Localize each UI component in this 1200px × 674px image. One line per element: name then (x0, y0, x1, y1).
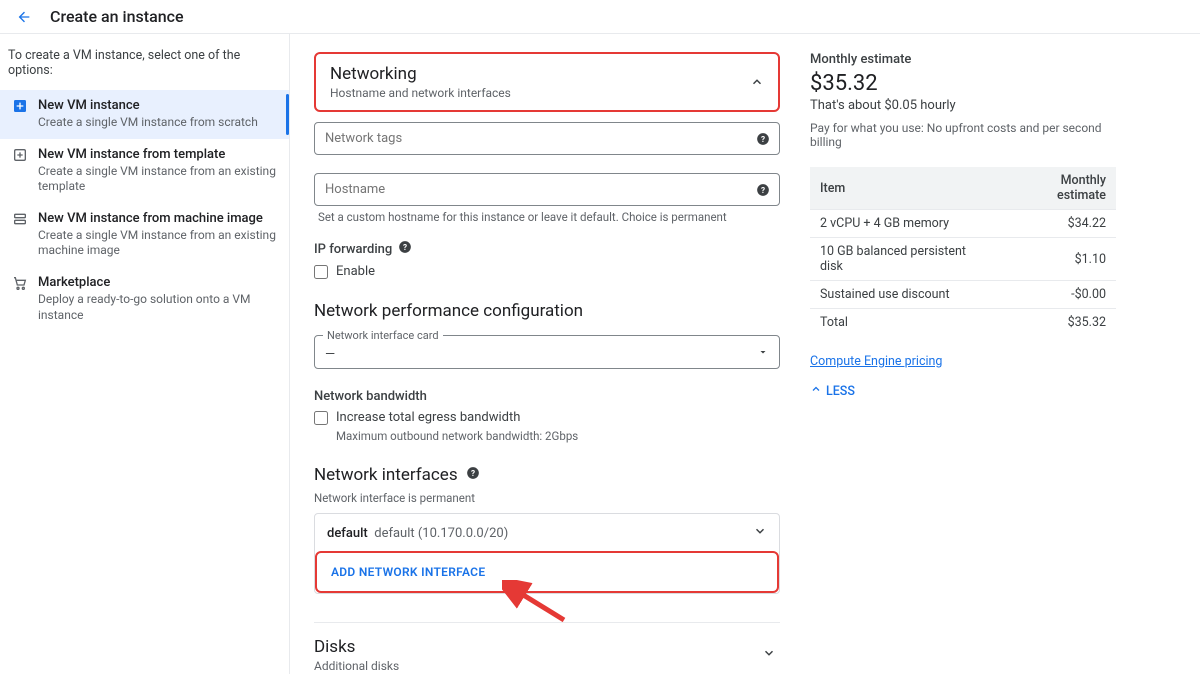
chevron-up-icon (810, 383, 822, 399)
help-icon[interactable]: ? (398, 240, 412, 258)
networking-subtitle: Hostname and network interfaces (330, 86, 511, 100)
bandwidth-check-row: Increase total egress bandwidth (314, 410, 780, 425)
interface-name: default (327, 526, 368, 541)
disk-stack-icon (12, 211, 32, 259)
network-perf-heading: Network performance configuration (314, 301, 780, 321)
interfaces-hint: Network interface is permanent (314, 491, 780, 505)
cart-icon (12, 275, 32, 323)
sidebar: To create a VM instance, select one of t… (0, 34, 290, 674)
help-icon[interactable]: ? (756, 183, 770, 197)
sidebar-intro: To create a VM instance, select one of t… (0, 48, 289, 90)
ip-forwarding-checkbox[interactable] (314, 265, 328, 279)
sidebar-option-template[interactable]: New VM instance from template Create a s… (0, 139, 289, 203)
svg-text:?: ? (761, 184, 765, 194)
interfaces-heading: Network interfaces ? (314, 465, 780, 485)
hostname-input[interactable] (314, 173, 780, 206)
sidebar-option-title: Marketplace (38, 275, 281, 290)
bandwidth-check-label: Increase total egress bandwidth (336, 410, 520, 425)
svg-text:?: ? (761, 133, 765, 143)
bandwidth-label: Network bandwidth (314, 389, 780, 404)
bandwidth-checkbox[interactable] (314, 411, 328, 425)
table-row: 10 GB balanced persistent disk $1.10 (810, 238, 1116, 281)
interface-row[interactable]: default default (10.170.0.0/20) (315, 514, 779, 552)
back-arrow-icon[interactable] (16, 9, 32, 25)
sidebar-option-desc: Deploy a ready-to-go solution onto a VM … (38, 292, 281, 323)
networking-section-header[interactable]: Networking Hostname and network interfac… (316, 54, 778, 110)
page-header: Create an instance (0, 0, 1200, 34)
chevron-up-icon (750, 75, 764, 89)
plus-square-outline-icon (12, 147, 32, 195)
plus-square-filled-icon (12, 98, 32, 131)
estimate-hourly: That's about $0.05 hourly (810, 98, 1116, 113)
ip-forwarding-enable-row: Enable (314, 264, 780, 279)
disks-section-header[interactable]: Disks Additional disks (314, 623, 780, 673)
sidebar-option-title: New VM instance from template (38, 147, 281, 162)
svg-text:?: ? (471, 468, 475, 478)
chevron-down-icon (762, 646, 776, 664)
estimate-note: Pay for what you use: No upfront costs a… (810, 121, 1116, 149)
network-tags-input[interactable] (314, 122, 780, 155)
page-title: Create an instance (50, 7, 184, 26)
bandwidth-hint: Maximum outbound network bandwidth: 2Gbp… (314, 429, 780, 443)
less-toggle[interactable]: LESS (810, 383, 1116, 399)
sidebar-option-machine-image[interactable]: New VM instance from machine image Creat… (0, 203, 289, 267)
main-form: Networking Hostname and network interfac… (290, 34, 810, 674)
hostname-hint: Set a custom hostname for this instance … (314, 210, 780, 224)
disks-subtitle: Additional disks (314, 659, 399, 673)
nic-select-legend: Network interface card (323, 329, 443, 342)
help-icon[interactable]: ? (466, 465, 480, 485)
estimate-panel: Monthly estimate $35.32 That's about $0.… (810, 34, 1140, 674)
estimate-col-item: Item (810, 167, 1000, 210)
sidebar-option-desc: Create a single VM instance from an exis… (38, 228, 281, 259)
disks-title: Disks (314, 637, 399, 657)
sidebar-option-desc: Create a single VM instance from scratch (38, 115, 258, 131)
pricing-link[interactable]: Compute Engine pricing (810, 354, 942, 369)
sidebar-option-title: New VM instance (38, 98, 258, 113)
estimate-col-value: Monthly estimate (1000, 167, 1116, 210)
network-tags-field: ? (314, 122, 780, 155)
svg-text:?: ? (403, 242, 407, 252)
sidebar-option-new-vm[interactable]: New VM instance Create a single VM insta… (0, 90, 289, 139)
ip-forwarding-enable-label: Enable (336, 264, 375, 279)
estimate-table: Item Monthly estimate 2 vCPU + 4 GB memo… (810, 167, 1116, 336)
networking-title: Networking (330, 64, 511, 84)
nic-select-value: — (325, 347, 335, 362)
sidebar-option-desc: Create a single VM instance from an exis… (38, 164, 281, 195)
table-row: Sustained use discount -$0.00 (810, 281, 1116, 309)
help-icon[interactable]: ? (756, 132, 770, 146)
networking-section-highlight: Networking Hostname and network interfac… (314, 52, 780, 112)
sidebar-option-marketplace[interactable]: Marketplace Deploy a ready-to-go solutio… (0, 267, 289, 331)
caret-down-icon (757, 346, 769, 362)
sidebar-option-title: New VM instance from machine image (38, 211, 281, 226)
estimate-heading: Monthly estimate (810, 52, 1116, 67)
hostname-field: ? (314, 173, 780, 206)
table-row: 2 vCPU + 4 GB memory $34.22 (810, 210, 1116, 238)
chevron-down-icon (753, 524, 767, 542)
nic-select[interactable]: Network interface card — (314, 335, 780, 369)
ip-forwarding-label: IP forwarding ? (314, 240, 780, 258)
table-row: Total $35.32 (810, 309, 1116, 337)
estimate-price: $35.32 (810, 71, 1116, 96)
